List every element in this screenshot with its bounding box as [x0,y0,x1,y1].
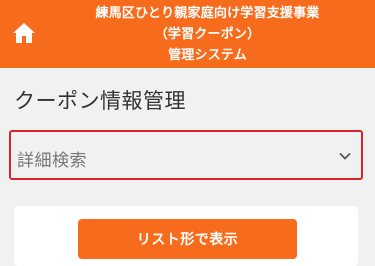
app-title-line-3: 管理システム [168,48,247,63]
chevron-down-icon [339,152,351,160]
app-header: 練馬区ひとり親家庭向け学習支援事業 （学習クーポン） 管理システム [0,0,375,68]
home-button[interactable] [6,16,42,50]
app-title-line-1: 練馬区ひとり親家庭向け学習支援事業 [95,6,320,21]
advanced-search-toggle[interactable]: 詳細検索 [9,130,363,180]
page-title: クーポン情報管理 [14,89,186,113]
home-icon [13,23,35,43]
advanced-search-label: 詳細検索 [17,151,87,171]
list-view-button[interactable]: リスト形で表示 [78,219,297,259]
app-title-line-2: （学習クーポン） [154,27,261,42]
results-card: リスト形で表示 [14,206,358,266]
app-title: 練馬区ひとり親家庭向け学習支援事業 （学習クーポン） 管理システム [44,3,371,66]
